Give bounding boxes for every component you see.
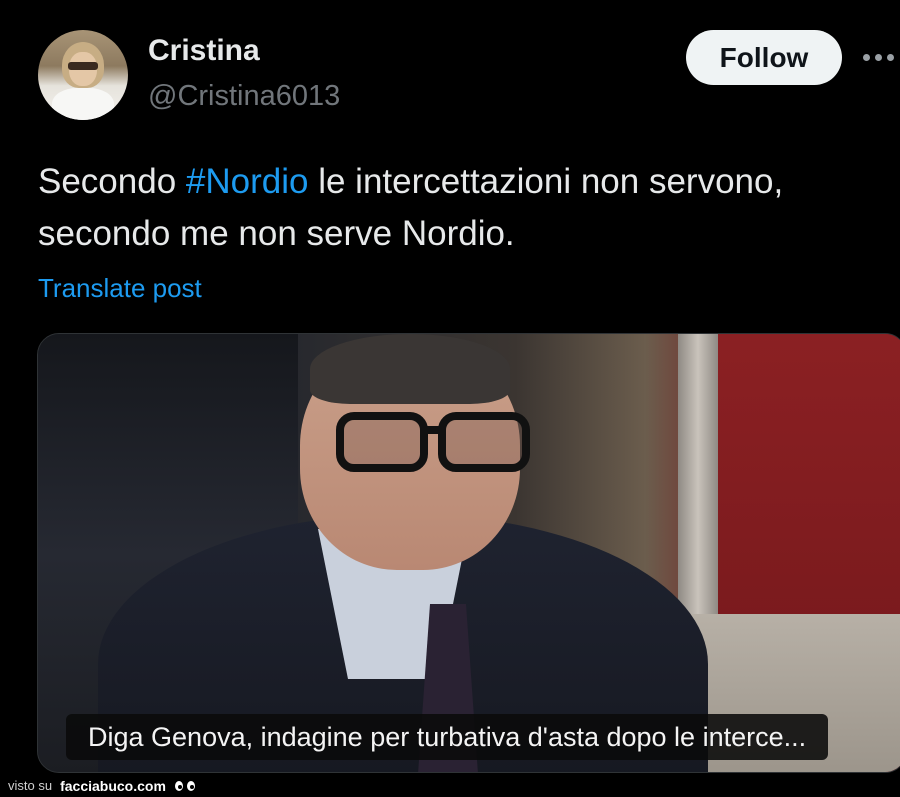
author-handle[interactable]: @Cristina6013	[148, 80, 340, 113]
more-horizontal-icon[interactable]	[863, 50, 900, 64]
photo-glasses-left	[336, 412, 428, 472]
hashtag-link[interactable]: #Nordio	[186, 162, 309, 201]
media-caption: Diga Genova, indagine per turbativa d'as…	[66, 714, 829, 760]
follow-button[interactable]: Follow	[686, 30, 842, 85]
translate-post-link[interactable]: Translate post	[38, 273, 202, 304]
post-text-start: Secondo	[38, 162, 186, 201]
photo-glasses-right	[438, 412, 530, 472]
author-avatar[interactable]	[38, 30, 128, 120]
eyes-logo-icon	[173, 779, 196, 792]
watermark-site: facciabuco.com	[60, 777, 166, 794]
watermark-prefix: visto su	[8, 778, 53, 793]
post-text: Secondo #Nordio le intercettazioni non s…	[38, 156, 898, 260]
post-page: Cristina @Cristina6013 Follow Secondo #N…	[0, 0, 900, 797]
site-watermark: visto su facciabuco.com	[8, 774, 196, 797]
author-display-name[interactable]: Cristina	[148, 34, 260, 68]
post-media-image[interactable]: Diga Genova, indagine per turbativa d'as…	[37, 333, 900, 773]
